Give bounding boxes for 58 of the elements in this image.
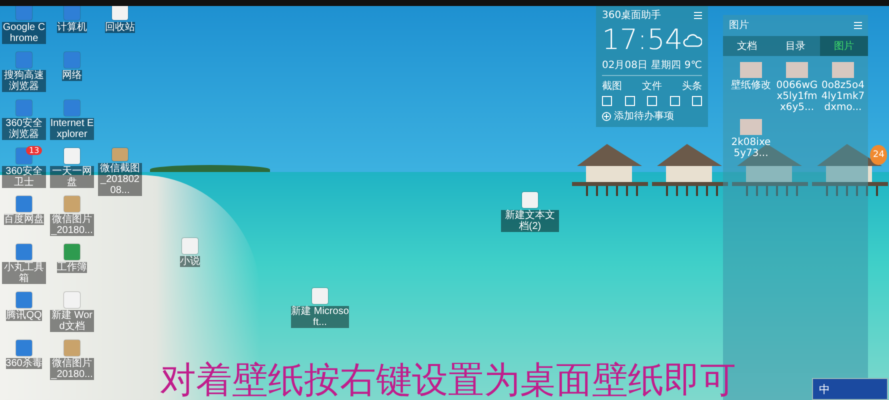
- add-icon: [602, 112, 611, 120]
- input-method-button[interactable]: 中: [812, 378, 888, 400]
- date-text: 02月08日: [602, 59, 648, 72]
- menu-icon[interactable]: [694, 12, 702, 18]
- desktop-icon-label[interactable]: 网络: [62, 70, 82, 81]
- spreadsheet-icon[interactable]: [64, 244, 80, 260]
- desktop-icon-label[interactable]: 微信截图_20180208...: [98, 163, 142, 196]
- panel-tab[interactable]: 目录: [771, 36, 820, 56]
- clock-time: 17:54: [602, 25, 683, 55]
- widget-title: 360桌面助手: [602, 8, 662, 22]
- file-label[interactable]: 壁纸修改: [729, 80, 773, 91]
- file-label[interactable]: 0o8z5o44ly1mk7dxmo...: [821, 80, 865, 113]
- widget-action-button[interactable]: 截图: [602, 79, 622, 93]
- panel-tab[interactable]: 文档: [723, 36, 772, 56]
- desktop-icon-label[interactable]: 小丸工具箱: [2, 262, 46, 284]
- widget-action-button[interactable]: 头条: [682, 79, 702, 93]
- desktop-icon-label[interactable]: 搜狗高速浏览器: [2, 70, 46, 92]
- image-file-icon[interactable]: [64, 340, 80, 356]
- tool-icon[interactable]: [692, 96, 702, 106]
- desktop-icon-label[interactable]: 360杀毒: [6, 358, 42, 369]
- image-file-icon[interactable]: [112, 148, 128, 161]
- notification-badge: 13: [26, 146, 42, 155]
- widget-action-button[interactable]: 文件: [642, 79, 662, 93]
- tool-icon[interactable]: [670, 96, 680, 106]
- desktop-icon-label[interactable]: 计算机: [57, 22, 87, 33]
- menu-icon[interactable]: [854, 22, 862, 28]
- panel-tab[interactable]: 图片: [820, 36, 868, 56]
- desktop-icon-label[interactable]: 360安全卫士: [2, 166, 46, 188]
- image-thumbnail[interactable]: [786, 62, 808, 78]
- desktop-icon-label[interactable]: 新建 Word文档: [50, 310, 94, 332]
- desktop-icon-label[interactable]: 腾讯QQ: [6, 310, 42, 321]
- cloud-icon: [682, 32, 702, 48]
- desktop-icon-label[interactable]: 微信图片_20180...: [50, 358, 94, 380]
- desktop-icon-label[interactable]: 新建 Microsoft...: [291, 306, 349, 328]
- desktop-icon-label[interactable]: 新建文本文档(2): [501, 210, 559, 232]
- weekday-text: 星期四: [650, 58, 681, 72]
- desktop-icon-label[interactable]: 小说: [180, 256, 200, 267]
- panel-title: 图片: [729, 18, 749, 32]
- caption-text: 对着壁纸按右键设置为桌面壁纸即可: [160, 362, 736, 400]
- desktop-icon-label[interactable]: 360安全浏览器: [2, 118, 46, 140]
- desktop-icon-label[interactable]: 工作簿: [57, 262, 87, 273]
- add-todo-button[interactable]: 添加待办事项: [602, 109, 702, 123]
- desktop-icon-label[interactable]: 微信图片_20180...: [50, 214, 94, 236]
- desktop-icon-label[interactable]: Google Chrome: [2, 22, 46, 44]
- file-label[interactable]: 0066wGx5ly1fmx6y5...: [775, 80, 819, 113]
- image-thumbnail[interactable]: [832, 62, 854, 78]
- image-file-icon[interactable]: [64, 196, 80, 212]
- tool-icon[interactable]: [624, 96, 634, 106]
- desktop-icon-label[interactable]: 一天一网盘: [50, 166, 94, 188]
- file-label[interactable]: 2k08ixe5y73...: [729, 137, 773, 159]
- image-thumbnail[interactable]: [740, 119, 762, 135]
- desktop-icon-label[interactable]: 回收站: [105, 22, 135, 33]
- temperature-text: 9℃: [684, 60, 702, 70]
- desktop-icon-label[interactable]: Internet Explorer: [50, 118, 94, 140]
- tool-icon[interactable]: [647, 96, 657, 106]
- desktop-icon-label[interactable]: 百度网盘: [4, 214, 44, 225]
- tool-icon[interactable]: [602, 96, 612, 106]
- image-thumbnail[interactable]: [740, 62, 762, 78]
